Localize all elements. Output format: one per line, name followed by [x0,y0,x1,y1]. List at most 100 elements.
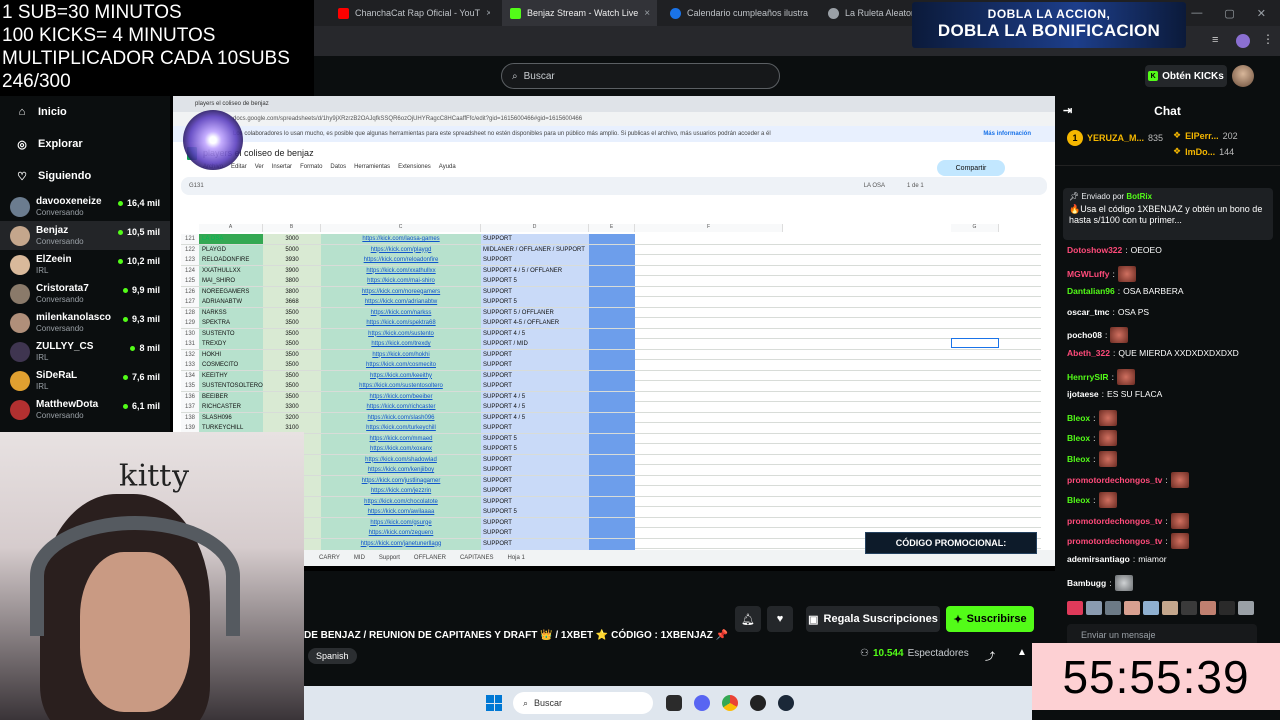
close-icon[interactable]: × [486,8,490,19]
chat-username[interactable]: Bleox [1067,413,1090,423]
emote-icon[interactable] [1162,601,1178,615]
sidebar-item-following[interactable]: ♡ Siguiendo [0,160,170,192]
close-icon[interactable]: × [644,8,650,19]
windows-start-icon[interactable] [486,695,502,711]
chat-username[interactable]: HenrrySIR [1067,372,1109,382]
sidebar-channel[interactable]: ZULLYY_CS IRL 8 mil [0,337,170,366]
get-kicks-button[interactable]: K Obtén KICKs [1145,65,1227,87]
language-tag[interactable]: Spanish [308,648,357,664]
chat-username[interactable]: Bleox [1067,454,1090,464]
chat-username[interactable]: promotordechongos_tv [1067,475,1162,485]
avatar [10,341,30,362]
maximize-icon[interactable]: ▢ [1224,7,1234,20]
sheet-menu-item: Insertar [271,164,293,170]
sidebar-channel[interactable]: milenkanolasco Conversando 9,3 mil [0,308,170,337]
emote-icon[interactable] [1124,601,1140,615]
profile-icon[interactable] [1236,34,1250,48]
top-gifter[interactable]: ❖ ElPerr... 202 [1173,130,1238,141]
emote-icon[interactable] [1086,601,1102,615]
chat-username[interactable]: Dotoshow322 [1067,245,1122,255]
player-role: SUPPORT 5 [481,444,589,454]
sidebar-channel[interactable]: davooxeneize Conversando 16,4 mil [0,192,170,221]
emote-icon[interactable] [1238,601,1254,615]
table-row: 129 SPEKTRA 3500 https://kick.com/spektr… [181,318,1041,329]
minimize-icon[interactable]: — [1191,7,1202,19]
share-icon[interactable]: ⤴ [985,648,995,663]
sidebar-item-home[interactable]: ⌂ Inicio [0,96,170,128]
player-role: MIDLANER / OFFLANER / SUPPORT [481,244,589,255]
sheet-menu: ArchivoEditarVerInsertarFormatoDatosHerr… [173,164,1055,174]
chat-username[interactable]: promotordechongos_tv [1067,536,1162,546]
chat-username[interactable]: promotordechongos_tv [1067,516,1162,526]
sidebar-item-explore[interactable]: ◎ Explorar [0,128,170,160]
browser-tab[interactable]: Benjaz Stream - Watch Live × [502,0,657,26]
chat-username[interactable]: MGWLuffy [1067,269,1110,279]
emote-icon[interactable] [1143,601,1159,615]
pinned-by: 📌︎ Enviado por BotRix [1069,192,1267,201]
emote-icon [1170,533,1189,550]
emote-icon[interactable] [1105,601,1121,615]
player-mmr: 3668 [263,297,321,307]
row-number: 123 [181,255,199,265]
steam-icon[interactable] [778,695,794,711]
sidebar-channel[interactable]: SiDeRaL IRL 7,6 mil [0,366,170,395]
discord-icon[interactable] [694,695,710,711]
playlist-icon[interactable]: ≡ [1212,34,1218,46]
sheet-title-bar: players el coliseo de benjaz [173,142,1055,164]
avatar[interactable] [1232,65,1254,87]
empty-cell [589,391,635,402]
obs-icon[interactable] [750,695,766,711]
emote-icon[interactable] [1200,601,1216,615]
heart-icon[interactable]: ♥ [767,606,793,632]
player-mmr: 3500 [263,307,321,318]
player-link: https://kick.com/sustento [321,328,481,339]
sidebar-channel[interactable]: Cristorata7 Conversando 9,9 mil [0,279,170,308]
player-name: ADRIANABTW [199,297,263,307]
channel-name: milenkanolasco [36,311,112,323]
promo-banner[interactable]: DOBLA LA ACCION, DOBLA LA BONIFICACION [912,2,1186,48]
chat-username[interactable]: Bleox [1067,433,1090,443]
top-gifter[interactable]: 1 YERUZA_M... 835 [1067,130,1163,146]
channel-viewers: 7,6 mil [122,372,160,382]
report-icon[interactable]: ▲ [1017,647,1027,658]
close-window-icon[interactable]: ✕ [1257,7,1266,20]
subscribe-button[interactable]: ✦ Suscribirse [946,606,1034,632]
chat-username[interactable]: ademirsantiago [1067,554,1130,564]
empty-cell [589,433,635,444]
chat-username[interactable]: Dantalian96 [1067,286,1115,296]
row-number: 129 [181,318,199,328]
browser-tab[interactable]: ChanchaCat Rap Oficial - YouT × [330,0,490,26]
chat-username[interactable]: ijotaese [1067,389,1099,399]
search-input[interactable]: ⌕ Buscar [501,63,780,89]
chat-username[interactable]: Bleox [1067,495,1090,505]
menu-dots-icon[interactable]: ⋮ [1262,32,1274,46]
emote-icon[interactable] [1181,601,1197,615]
chat-username[interactable]: oscar_tmc [1067,307,1110,317]
collapse-chat-icon[interactable]: ⇥ [1063,104,1072,117]
row-number: 130 [181,328,199,339]
sidebar-channel[interactable]: Benjaz Conversando 10,5 mil [0,221,170,250]
task-view-icon[interactable] [666,695,682,711]
chrome-icon[interactable] [722,695,738,711]
sidebar-channel[interactable]: MatthewDota Conversando 6,1 mil [0,395,170,424]
sheet-menu-item: Extensiones [398,164,431,170]
pinned-message[interactable]: 📌︎ Enviado por BotRix 🔥Usa el código 1XB… [1063,188,1273,240]
chat-username[interactable]: pocho08 [1067,330,1102,340]
emote-icon[interactable] [1067,601,1083,615]
table-row: 137 RICHCASTER 3300 https://kick.com/ric… [181,402,1041,413]
emote-icon[interactable] [1219,601,1235,615]
live-dot-icon [122,374,128,380]
browser-tab[interactable]: La Ruleta Aleatoria [820,0,915,26]
table-row: 122 PLAYGD 5000 https://kick.com/playgd … [181,244,1041,255]
browser-tab[interactable]: Calendario cumpleaños ilustra × [662,0,812,26]
bell-icon[interactable]: 🔔︎ [735,606,761,632]
chat-username[interactable]: Bambugg [1067,578,1106,588]
top-gifter[interactable]: ❖ ImDo... 144 [1173,146,1234,157]
gift-subs-button[interactable]: ▣ Regala Suscripciones [806,606,940,632]
chat-username[interactable]: Abeth_322 [1067,348,1110,358]
row-number: 131 [181,339,199,349]
column-header: E [589,224,635,232]
sidebar-channel[interactable]: ElZeein IRL 10,2 mil [0,250,170,279]
channel-text: MatthewDota Conversando [36,399,98,421]
taskbar-search[interactable]: ⌕ Buscar [513,692,653,714]
